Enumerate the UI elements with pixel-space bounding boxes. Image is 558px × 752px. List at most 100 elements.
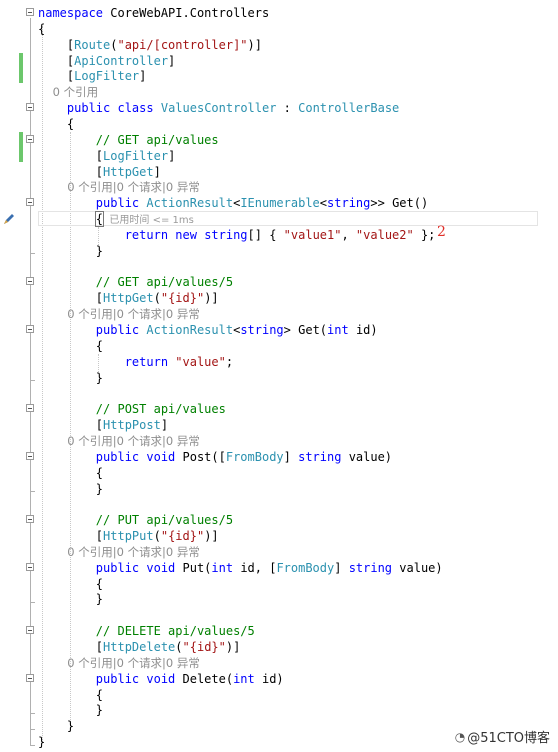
code-token: )]	[204, 291, 219, 306]
code-token: class	[117, 101, 161, 116]
collapse-toggle[interactable]	[26, 8, 34, 16]
code-token: Delete(	[182, 671, 234, 686]
code-token: {	[38, 687, 104, 702]
collapse-toggle[interactable]	[26, 277, 34, 285]
code-token: FromBody	[276, 560, 335, 575]
collapse-toggle[interactable]	[26, 563, 34, 571]
code-token: value)	[348, 449, 393, 464]
collapse-toggle[interactable]	[26, 325, 34, 333]
code-token: Put(	[182, 560, 212, 575]
codelens-info[interactable]: 0 个引用	[38, 84, 99, 100]
code-token: public	[38, 323, 147, 337]
code-token: {	[38, 116, 75, 131]
codelens-text[interactable]: 0 个引用|0 个请求|0 异常	[38, 180, 200, 194]
code-token: new	[175, 227, 205, 242]
code-token: }	[38, 481, 104, 496]
collapse-toggle[interactable]	[26, 103, 34, 111]
code-line: }	[38, 734, 45, 750]
code-token: string	[327, 196, 371, 211]
code-token: namespace	[38, 6, 111, 20]
code-line: public ActionResult<IEnumerable<string>>…	[38, 195, 428, 211]
code-token: public	[38, 101, 118, 116]
codelens-text[interactable]: 0 个引用|0 个请求|0 异常	[38, 307, 200, 321]
code-token: ;	[225, 354, 234, 369]
fold-line	[30, 18, 31, 745]
code-token: id, [	[240, 560, 277, 575]
code-token: (	[153, 529, 161, 544]
code-line: public void Delete(int id)	[38, 671, 284, 687]
code-token: ]	[160, 418, 169, 433]
code-line: return new string[] { "value1", "value2"…	[38, 227, 436, 243]
code-token: };	[413, 227, 436, 242]
code-token: void	[146, 560, 183, 575]
code-line: [HttpPut("{id}")]	[38, 528, 219, 544]
collapse-toggle[interactable]	[26, 674, 34, 682]
code-line: [LogFilter]	[38, 68, 147, 84]
code-line: public void Post([FromBody] string value…	[38, 449, 392, 465]
code-line: }	[38, 370, 103, 386]
code-token: [	[38, 148, 104, 163]
code-line: // PUT api/values/5	[38, 512, 233, 528]
codelens-info[interactable]: 0 个引用|0 个请求|0 异常	[38, 306, 200, 322]
code-token: // POST api/values	[38, 402, 226, 417]
code-token: [	[38, 69, 75, 84]
codelens-info[interactable]: 0 个引用|0 个请求|0 异常	[38, 179, 200, 195]
code-token: }	[38, 703, 104, 718]
codelens-info[interactable]: 0 个引用|0 个请求|0 异常	[38, 433, 200, 449]
collapse-toggle[interactable]	[26, 404, 34, 412]
code-token: value)	[399, 560, 443, 575]
fold-line-end	[30, 380, 35, 381]
code-token: "api/[controller]"	[117, 37, 248, 52]
code-token: :	[276, 101, 299, 116]
collapse-toggle[interactable]	[26, 135, 34, 143]
code-token: public	[38, 196, 147, 211]
code-token: string	[348, 560, 400, 575]
code-line: {	[38, 116, 74, 132]
code-line: // GET api/values/5	[38, 274, 233, 290]
collapse-toggle[interactable]	[26, 198, 34, 206]
code-token: "{id}"	[182, 640, 226, 654]
code-token: "value"	[175, 354, 226, 369]
fold-line-end	[30, 713, 35, 714]
code-token: (	[175, 640, 183, 654]
code-token: ]	[139, 69, 147, 84]
codelens-info[interactable]: 0 个引用|0 个请求|0 异常	[38, 655, 200, 671]
code-line: }	[38, 718, 74, 734]
code-token: HttpPost	[103, 418, 161, 433]
codelens-text[interactable]: 0 个引用|0 个请求|0 异常	[38, 434, 200, 448]
code-token: ]	[283, 449, 299, 464]
code-token: > Get(	[283, 323, 328, 337]
code-token: }	[38, 592, 104, 607]
code-line: // POST api/values	[38, 401, 226, 417]
code-token: ActionResult	[146, 196, 234, 211]
code-editor[interactable]: namespace CoreWebAPI.Controllers{ [Route…	[0, 0, 558, 752]
code-token: ]	[168, 53, 176, 68]
code-token: public	[38, 671, 147, 686]
code-token: LogFilter	[103, 148, 169, 163]
code-token: )]	[225, 640, 241, 654]
code-token: }	[38, 735, 46, 750]
fold-line-end	[30, 491, 35, 492]
code-token: LogFilter	[74, 69, 140, 84]
code-line: {	[38, 576, 103, 592]
collapse-toggle[interactable]	[26, 626, 34, 634]
code-token: // DELETE api/values/5	[38, 624, 255, 639]
code-token: string	[298, 449, 349, 464]
code-line: namespace CoreWebAPI.Controllers	[38, 5, 269, 21]
codelens-text[interactable]: 0 个引用|0 个请求|0 异常	[38, 545, 200, 559]
pencil-icon[interactable]	[2, 211, 16, 225]
fold-line-end	[30, 729, 35, 730]
codelens-text[interactable]: 0 个引用	[38, 85, 99, 99]
code-token: 已用时间 <= 1ms	[103, 215, 194, 227]
code-line: {	[38, 338, 103, 354]
annotation-number: 2	[437, 224, 446, 240]
code-token: HttpDelete	[103, 640, 176, 654]
code-token: )]	[247, 37, 262, 52]
code-token: "value2"	[355, 227, 414, 242]
codelens-info[interactable]: 0 个引用|0 个请求|0 异常	[38, 544, 200, 560]
code-token: "{id}"	[160, 529, 205, 544]
collapse-toggle[interactable]	[26, 515, 34, 523]
collapse-toggle[interactable]	[26, 452, 34, 460]
codelens-text[interactable]: 0 个引用|0 个请求|0 异常	[38, 656, 200, 670]
